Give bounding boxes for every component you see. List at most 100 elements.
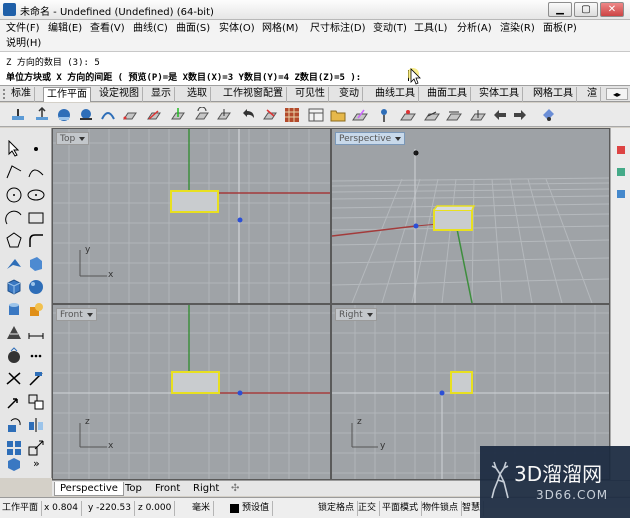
menu-tools[interactable]: 工具(L) [414, 21, 447, 37]
move-icon[interactable] [5, 393, 23, 410]
arc-icon[interactable] [5, 209, 23, 226]
dots-icon[interactable] [27, 347, 45, 364]
cplane-view-icon[interactable] [216, 107, 232, 123]
chevron-down-icon[interactable] [86, 312, 93, 317]
mirror-icon[interactable] [27, 416, 45, 433]
menu-render[interactable]: 渲染(R) [500, 21, 535, 37]
cplane-rotate-icon[interactable] [194, 107, 210, 123]
tab-select[interactable]: 选取 [184, 87, 211, 102]
status-osnap[interactable]: 物件锁点 [422, 501, 463, 516]
cylinder-icon[interactable] [5, 301, 23, 318]
maximize-button[interactable]: ▢ [574, 2, 598, 17]
menu-edit[interactable]: 编辑(E) [48, 21, 82, 37]
cplane-object-icon[interactable] [56, 107, 72, 123]
chevron-down-icon[interactable] [79, 136, 86, 141]
cplane-tilt-icon[interactable] [352, 107, 368, 123]
sphere-icon[interactable] [27, 278, 45, 295]
extrude-curve-icon[interactable] [27, 255, 45, 272]
polygon-icon[interactable] [5, 232, 23, 249]
cplane-3point-icon[interactable] [122, 107, 138, 123]
viewport-perspective[interactable]: Perspective [332, 129, 609, 303]
tab-visibility[interactable]: 可见性 [292, 87, 329, 102]
menu-file[interactable]: 文件(F) [6, 21, 40, 37]
layer-color-swatch[interactable] [230, 504, 239, 513]
menu-transform[interactable]: 变动(T) [373, 21, 407, 37]
dimension-icon[interactable] [27, 324, 45, 341]
cplane-surface-icon[interactable] [78, 107, 94, 123]
point-icon[interactable] [27, 140, 45, 157]
cplane-xaxis-icon[interactable] [146, 107, 162, 123]
command-prompt[interactable]: 单位方块或 X 方向的间距 ( 预览(P)=是 X数目(X)=3 Y数目(Y)=… [6, 70, 361, 83]
tab-surface-tools[interactable]: 曲面工具 [424, 87, 471, 102]
panel-icon[interactable] [617, 146, 625, 154]
curve-icon[interactable] [27, 163, 45, 180]
box-icon[interactable] [5, 278, 23, 295]
polyline-icon[interactable] [5, 163, 23, 180]
vp-tab-perspective[interactable]: Perspective [54, 482, 124, 496]
menu-solid[interactable]: 实体(O) [219, 21, 255, 37]
view-camera-icon[interactable] [376, 107, 392, 123]
select-arrow-icon[interactable] [5, 140, 23, 157]
next-cplane-icon[interactable] [512, 107, 528, 123]
circle-icon[interactable] [5, 186, 23, 203]
menu-mesh[interactable]: 网格(M) [262, 21, 298, 37]
cplane-right-icon[interactable] [424, 107, 440, 123]
cplane-front-icon[interactable] [400, 107, 416, 123]
viewport-label-front[interactable]: Front [56, 308, 97, 321]
add-viewport-tab-icon[interactable]: ✣ [226, 482, 244, 496]
menu-view[interactable]: 查看(V) [90, 21, 125, 37]
minimize-button[interactable]: ▁ [548, 2, 572, 17]
named-cplane-icon[interactable] [262, 107, 278, 123]
rectangle-icon[interactable] [27, 209, 45, 226]
cplane-zaxis-icon[interactable] [170, 107, 186, 123]
tab-render[interactable]: 渲 [584, 87, 601, 102]
split-icon[interactable] [27, 370, 45, 387]
render-icon[interactable] [5, 347, 23, 364]
open-folder-icon[interactable] [330, 107, 346, 123]
rotate-icon[interactable] [5, 416, 23, 433]
right-panel-strip[interactable] [610, 128, 630, 480]
trim-icon[interactable] [5, 370, 23, 387]
cplane-origin-icon[interactable] [10, 107, 26, 123]
grip-handle[interactable] [3, 89, 6, 99]
undo-cplane-icon[interactable] [240, 107, 256, 123]
tab-standard[interactable]: 标准 [8, 87, 35, 102]
previous-cplane-icon[interactable] [492, 107, 508, 123]
fillet-curve-icon[interactable] [27, 232, 45, 249]
close-button[interactable]: ✕ [600, 2, 624, 17]
status-cplane[interactable]: 工作平面 [2, 501, 43, 516]
menu-surface[interactable]: 曲面(S) [176, 21, 210, 37]
status-planar[interactable]: 平面模式 [382, 501, 423, 516]
cplane-panel-icon[interactable] [308, 107, 324, 123]
chevron-down-icon[interactable] [395, 136, 402, 141]
cplane-elevation-icon[interactable] [34, 107, 50, 123]
vp-tab-top[interactable]: Top [120, 482, 147, 496]
cplane-grid-icon[interactable] [284, 107, 300, 123]
tab-curve-tools[interactable]: 曲线工具 [372, 87, 419, 102]
status-grid-snap[interactable]: 锁定格点 [318, 501, 359, 516]
tab-viewport-layout[interactable]: 工作视窗配置 [220, 87, 287, 102]
copy-icon[interactable] [27, 393, 45, 410]
tab-display[interactable]: 显示 [148, 87, 175, 102]
scale-icon[interactable] [27, 439, 45, 456]
viewport-label-perspective[interactable]: Perspective [335, 132, 406, 145]
cplane-left-icon[interactable] [470, 107, 486, 123]
cplane-curve-icon[interactable] [100, 107, 116, 123]
cplane-settings-icon[interactable] [540, 107, 556, 123]
viewport-label-right[interactable]: Right [335, 308, 377, 321]
status-ortho[interactable]: 正交 [358, 501, 381, 516]
menu-panels[interactable]: 面板(P) [543, 21, 577, 37]
viewport-top[interactable]: x y Top [53, 129, 330, 303]
tab-set-view[interactable]: 设定视图 [96, 87, 143, 102]
viewport-front[interactable]: x z Front [53, 305, 330, 479]
mesh-icon[interactable] [5, 324, 23, 341]
tab-solid-tools[interactable]: 实体工具 [476, 87, 523, 102]
menu-dimension[interactable]: 尺寸标注(D) [310, 21, 366, 37]
vp-tab-right[interactable]: Right [188, 482, 224, 496]
more-tools-icon[interactable]: » [33, 457, 40, 470]
tab-mesh-tools[interactable]: 网格工具 [530, 87, 577, 102]
vp-tab-front[interactable]: Front [150, 482, 185, 496]
viewport-label-top[interactable]: Top [56, 132, 90, 145]
layer-icon[interactable] [5, 455, 23, 472]
boolean-icon[interactable] [27, 301, 45, 318]
